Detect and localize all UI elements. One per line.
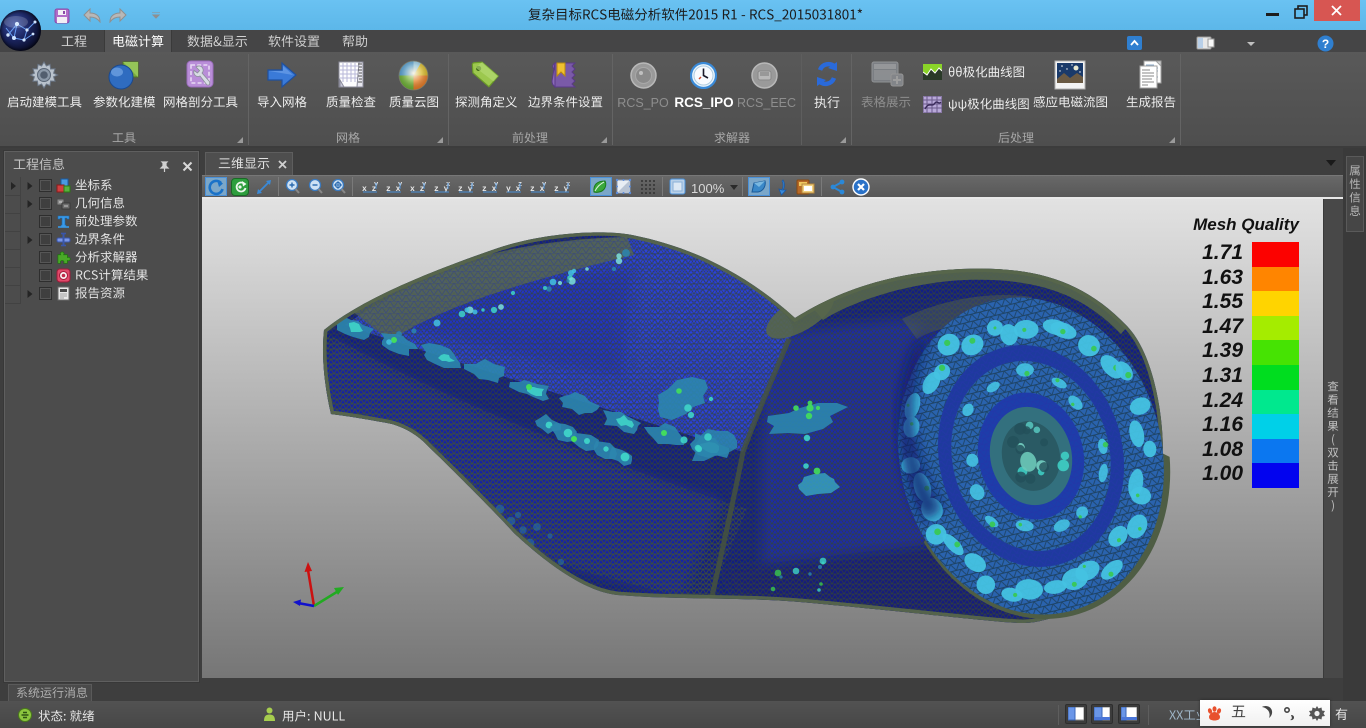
- svg-text:?: ?: [1322, 37, 1329, 51]
